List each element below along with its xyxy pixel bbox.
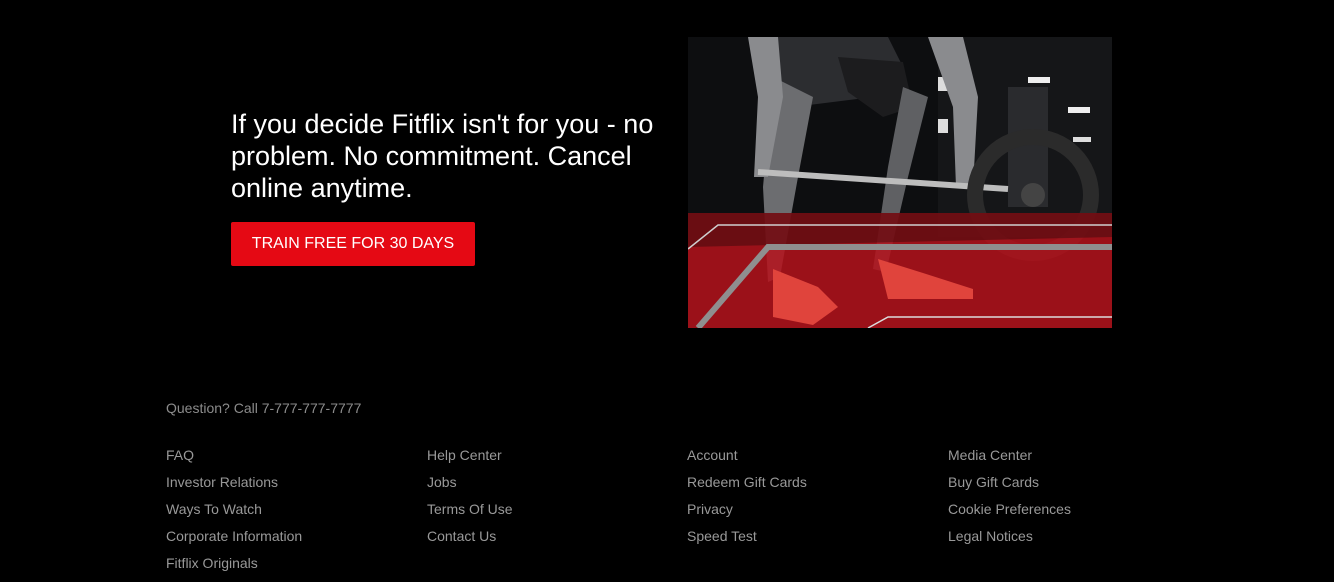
footer-link-legal-notices[interactable]: Legal Notices (948, 528, 1188, 544)
footer-link-account[interactable]: Account (687, 447, 927, 463)
footer-link-jobs[interactable]: Jobs (427, 474, 667, 490)
footer-link-corporate-information[interactable]: Corporate Information (166, 528, 406, 544)
footer-column-2: Help Center Jobs Terms Of Use Contact Us (427, 447, 667, 555)
footer-link-fitflix-originals[interactable]: Fitflix Originals (166, 555, 406, 571)
footer-column-4: Media Center Buy Gift Cards Cookie Prefe… (948, 447, 1188, 555)
footer-link-cookie-preferences[interactable]: Cookie Preferences (948, 501, 1188, 517)
footer-question: Question? Call 7-777-777-7777 (166, 400, 362, 416)
footer-link-faq[interactable]: FAQ (166, 447, 406, 463)
footer-link-buy-gift-cards[interactable]: Buy Gift Cards (948, 474, 1188, 490)
footer-column-3: Account Redeem Gift Cards Privacy Speed … (687, 447, 927, 555)
footer-link-speed-test[interactable]: Speed Test (687, 528, 927, 544)
train-free-button[interactable]: TRAIN FREE FOR 30 DAYS (231, 222, 475, 266)
footer-link-redeem-gift-cards[interactable]: Redeem Gift Cards (687, 474, 927, 490)
footer-link-media-center[interactable]: Media Center (948, 447, 1188, 463)
footer-link-privacy[interactable]: Privacy (687, 501, 927, 517)
hero-headline: If you decide Fitflix isn't for you - no… (231, 109, 654, 203)
footer-column-1: FAQ Investor Relations Ways To Watch Cor… (166, 447, 406, 582)
hero-section: If you decide Fitflix isn't for you - no… (231, 108, 661, 204)
deadlift-athlete-photo (688, 37, 1112, 328)
footer-link-investor-relations[interactable]: Investor Relations (166, 474, 406, 490)
footer-link-terms-of-use[interactable]: Terms Of Use (427, 501, 667, 517)
footer-link-ways-to-watch[interactable]: Ways To Watch (166, 501, 406, 517)
footer-link-help-center[interactable]: Help Center (427, 447, 667, 463)
footer-link-contact-us[interactable]: Contact Us (427, 528, 667, 544)
